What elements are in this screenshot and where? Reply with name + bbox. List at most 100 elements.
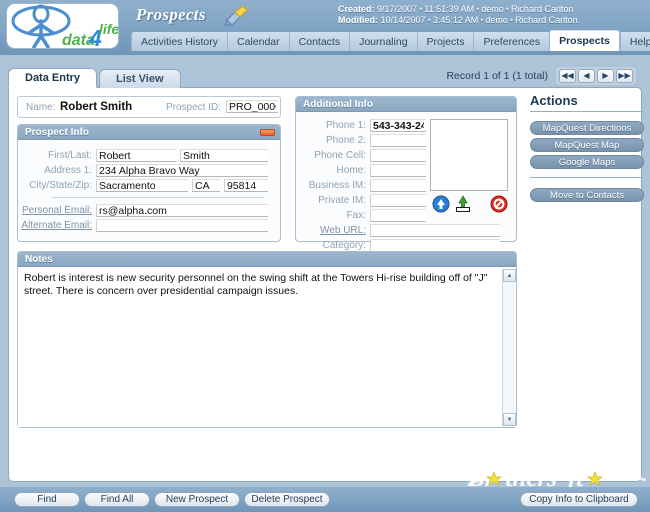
personal-email-label[interactable]: Personal Email: <box>18 205 96 216</box>
footer-button-find-all[interactable]: Find All <box>84 492 150 507</box>
city-input[interactable] <box>96 179 188 192</box>
nav-tab-calendar[interactable]: Calendar <box>227 32 289 51</box>
modified-name: Richard Carlton <box>515 15 578 25</box>
phone-2-input[interactable] <box>370 134 426 147</box>
additional-info-header: Additional Info <box>296 97 516 112</box>
created-user: demo <box>481 4 504 14</box>
nav-tab-help[interactable]: Help <box>619 32 650 51</box>
web-url-input[interactable] <box>370 224 500 237</box>
additional-info-panel: Additional Info Phone 1: Phone 2: Phone Ce… <box>295 96 517 252</box>
field-row-citystatezip: City/State/Zip: <box>18 179 272 192</box>
minimize-button[interactable] <box>260 129 275 136</box>
field-row-firstlast: First/Last: <box>18 149 272 162</box>
record-next-button[interactable]: ▶ <box>597 69 614 83</box>
nav-tab-activities-history[interactable]: Activities History <box>131 32 228 51</box>
address1-input[interactable] <box>96 164 268 177</box>
action-button-google-maps[interactable]: Google Maps <box>530 155 644 169</box>
download-arrow-icon[interactable] <box>454 195 472 213</box>
notes-title: Notes <box>25 254 53 265</box>
notes-body[interactable]: Robert is interest is new security perso… <box>18 268 516 427</box>
home-label: Home: <box>336 165 366 176</box>
footer-button-delete-prospect[interactable]: Delete Prospect <box>244 492 330 507</box>
record-status: Record 1 of 1 (1 total) <box>446 70 548 82</box>
record-first-button[interactable]: ◀◀ <box>559 69 576 83</box>
upload-arrow-icon[interactable] <box>432 195 450 213</box>
action-button-mapquest-map[interactable]: MapQuest Map <box>530 138 644 152</box>
modified-time: 3:45:12 AM <box>432 15 479 25</box>
nav-tab-prospects[interactable]: Prospects <box>549 30 620 51</box>
phone-1-input[interactable] <box>370 119 426 132</box>
private-im-label: Private IM: <box>318 195 366 206</box>
notes-header: Notes <box>18 252 516 267</box>
home-input[interactable] <box>370 164 426 177</box>
paintbrush-icon <box>224 5 248 26</box>
alternate-email-input[interactable] <box>96 219 268 232</box>
no-entry-icon[interactable] <box>490 195 508 213</box>
footer-button-copy-info-to-clipboard[interactable]: Copy Info to Clipboard <box>520 492 638 507</box>
app-header: data 4 life Prospects Created: 9/17/2007… <box>0 0 650 55</box>
action-button-mapquest-directions[interactable]: MapQuest Directions <box>530 121 644 135</box>
created-label: Created: <box>338 4 375 14</box>
prospect-info-body: First/Last: Address 1: City/State/Zip: <box>18 141 280 241</box>
divider <box>52 197 264 198</box>
prospect-id-input[interactable] <box>226 100 278 113</box>
record-last-button[interactable]: ▶▶ <box>616 69 633 83</box>
footer-button-new-prospect[interactable]: New Prospect <box>154 492 240 507</box>
actions-title: Actions <box>530 93 578 108</box>
svg-text:life: life <box>99 21 119 37</box>
view-tab-data-entry[interactable]: Data Entry <box>8 68 98 88</box>
modified-date: 10/14/2007 <box>380 15 426 25</box>
notes-panel: Notes Robert is interest is new security… <box>17 251 517 428</box>
personal-email-input[interactable] <box>96 204 268 217</box>
alternate-email-label[interactable]: Alternate Email: <box>18 220 96 231</box>
phone-1-label: Phone 1: <box>325 120 366 131</box>
name-label: Name: <box>26 102 56 113</box>
phone-cell-input[interactable] <box>370 149 426 162</box>
fax-input[interactable] <box>370 209 426 222</box>
first-name-input[interactable] <box>96 149 176 162</box>
nav-tab-preferences[interactable]: Preferences <box>473 32 550 51</box>
private-im-input[interactable] <box>370 194 426 207</box>
record-navigation: Record 1 of 1 (1 total) ◀◀ ◀ ▶ ▶▶ <box>446 67 636 85</box>
state-input[interactable] <box>192 179 220 192</box>
created-name: Richard Carlton <box>510 4 574 14</box>
nav-tab-journaling[interactable]: Journaling <box>349 32 417 51</box>
zip-input[interactable] <box>224 179 268 192</box>
footer-button-find[interactable]: Find <box>14 492 80 507</box>
additional-info-body: Phone 1: Phone 2: Phone Cell: Home: Business… <box>296 113 516 252</box>
data4life-logo-icon: data 4 life <box>11 4 119 48</box>
prospect-id-label: Prospect ID: <box>166 102 222 113</box>
created-date: 9/17/2007 <box>377 4 418 14</box>
name-bar: Name: Robert Smith Prospect ID: <box>17 96 281 118</box>
field-row-web-url: Web URL: <box>296 224 510 237</box>
modified-label: Modified: <box>338 15 378 25</box>
action-button-move-to-contacts[interactable]: Move to Contacts <box>530 188 644 202</box>
action-icons <box>432 195 510 213</box>
additional-info-title: Additional Info <box>303 99 373 110</box>
business-im-input[interactable] <box>370 179 426 192</box>
notes-scrollbar[interactable]: ▲ ▼ <box>502 269 516 426</box>
app-title-bar: Prospects <box>128 2 338 28</box>
record-previous-button[interactable]: ◀ <box>578 69 595 83</box>
created-line: Created: 9/17/2007 • 11:51:39 AM • demo • Rich… <box>338 4 574 14</box>
actions-divider-bottom <box>530 177 644 178</box>
last-name-input[interactable] <box>180 149 268 162</box>
web-url-label[interactable]: Web URL: <box>296 225 370 236</box>
prospect-name-value: Robert Smith <box>60 101 133 113</box>
nav-tab-projects[interactable]: Projects <box>416 32 474 51</box>
prospect-info-header: Prospect Info <box>18 125 280 140</box>
modified-line: Modified: 10/14/2007 • 3:45:12 AM • demo • Ric… <box>338 15 578 25</box>
nav-tab-contacts[interactable]: Contacts <box>288 32 350 51</box>
field-row-address: Address 1: <box>18 164 272 177</box>
view-tabs: Data Entry List View <box>8 68 183 88</box>
scroll-down-button[interactable]: ▼ <box>503 413 516 426</box>
photo-box[interactable] <box>430 119 508 191</box>
view-tab-list-view[interactable]: List View <box>99 69 181 88</box>
main-navigation: Activities History Calendar Contacts Journa… <box>131 30 650 51</box>
scroll-up-button[interactable]: ▲ <box>503 269 516 282</box>
field-row-personal-email: Personal Email: <box>18 204 272 217</box>
category-label: Category: <box>322 240 366 251</box>
fax-label: Fax: <box>346 210 366 221</box>
phone-2-label: Phone 2: <box>325 135 366 146</box>
firstlast-label: First/Last: <box>48 150 92 161</box>
